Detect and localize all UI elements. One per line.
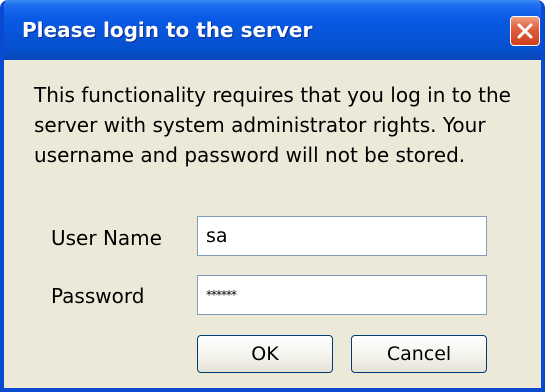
- title-bar[interactable]: Please login to the server: [4, 0, 541, 60]
- username-label: User Name: [51, 226, 162, 250]
- message-text: This functionality requires that you log…: [34, 80, 541, 170]
- login-dialog: Please login to the server This function…: [0, 0, 545, 392]
- close-button[interactable]: [510, 16, 540, 46]
- message-line: server with system administrator rights.…: [34, 113, 486, 137]
- username-field[interactable]: [197, 216, 487, 256]
- message-line: username and password will not be stored…: [34, 143, 466, 167]
- close-icon: [517, 23, 533, 39]
- dialog-title: Please login to the server: [22, 18, 313, 42]
- ok-button[interactable]: OK: [197, 335, 333, 373]
- message-line: This functionality requires that you log…: [34, 83, 511, 107]
- cancel-button[interactable]: Cancel: [351, 335, 487, 373]
- password-label: Password: [51, 284, 145, 308]
- password-field[interactable]: [197, 275, 487, 315]
